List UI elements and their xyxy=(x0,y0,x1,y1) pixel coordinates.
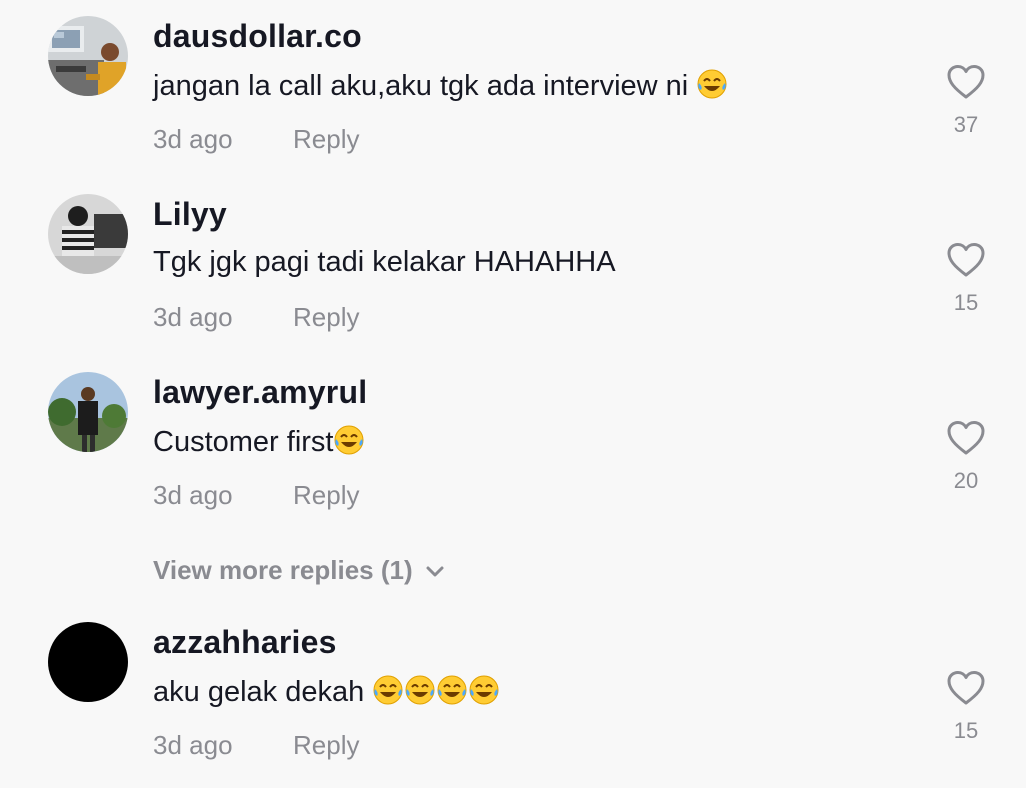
timestamp: 3d ago xyxy=(153,124,233,154)
comment-text: Tgk jgk pagi tadi kelakar HAHAHHA xyxy=(153,246,616,278)
username[interactable]: Lilyy xyxy=(153,196,227,233)
heart-outline-icon[interactable] xyxy=(946,242,986,278)
username[interactable]: lawyer.amyrul xyxy=(153,374,367,411)
avatar[interactable] xyxy=(48,622,128,702)
comment-item: lawyer.amyrul Customer first 3d ago Repl… xyxy=(0,356,1026,526)
like-count: 37 xyxy=(953,112,979,137)
like-count: 20 xyxy=(953,468,979,493)
timestamp: 3d ago xyxy=(153,302,233,332)
reply-button[interactable]: Reply xyxy=(293,730,359,761)
timestamp: 3d ago xyxy=(153,480,233,510)
face-with-tears-of-joy-emoji xyxy=(696,68,728,108)
face-with-tears-of-joy-emoji xyxy=(372,674,404,714)
face-with-tears-of-joy-emoji xyxy=(436,674,468,714)
username[interactable]: dausdollar.co xyxy=(153,18,362,55)
like-button[interactable]: 15 xyxy=(944,670,988,744)
avatar[interactable] xyxy=(48,372,128,452)
timestamp: 3d ago xyxy=(153,730,233,760)
comment-item: Lilyy Tgk jgk pagi tadi kelakar HAHAHHA … xyxy=(0,178,1026,348)
view-more-label: View more replies (1) xyxy=(153,555,413,585)
comment-text: Customer first xyxy=(153,424,365,464)
comment-text: jangan la call aku,aku tgk ada interview… xyxy=(153,68,728,108)
comment-text: aku gelak dekah xyxy=(153,674,500,714)
avatar[interactable] xyxy=(48,16,128,96)
heart-outline-icon[interactable] xyxy=(946,670,986,706)
face-with-tears-of-joy-emoji xyxy=(404,674,436,714)
like-count: 15 xyxy=(953,290,979,315)
like-button[interactable]: 37 xyxy=(944,64,988,138)
like-button[interactable]: 20 xyxy=(944,420,988,494)
reply-button[interactable]: Reply xyxy=(293,302,359,333)
reply-button[interactable]: Reply xyxy=(293,480,359,511)
comment-item: azzahharies aku gelak dekah 3d ago Reply… xyxy=(0,606,1026,776)
face-with-tears-of-joy-emoji xyxy=(468,674,500,714)
comment-item: dausdollar.co jangan la call aku,aku tgk… xyxy=(0,0,1026,170)
heart-outline-icon[interactable] xyxy=(946,420,986,456)
username[interactable]: azzahharies xyxy=(153,624,337,661)
chevron-down-icon xyxy=(426,566,444,577)
reply-button[interactable]: Reply xyxy=(293,124,359,155)
avatar[interactable] xyxy=(48,194,128,274)
heart-outline-icon[interactable] xyxy=(946,64,986,100)
view-more-replies-button[interactable]: View more replies (1) xyxy=(153,555,445,586)
face-with-tears-of-joy-emoji xyxy=(333,424,365,464)
like-button[interactable]: 15 xyxy=(944,242,988,316)
like-count: 15 xyxy=(953,718,979,743)
